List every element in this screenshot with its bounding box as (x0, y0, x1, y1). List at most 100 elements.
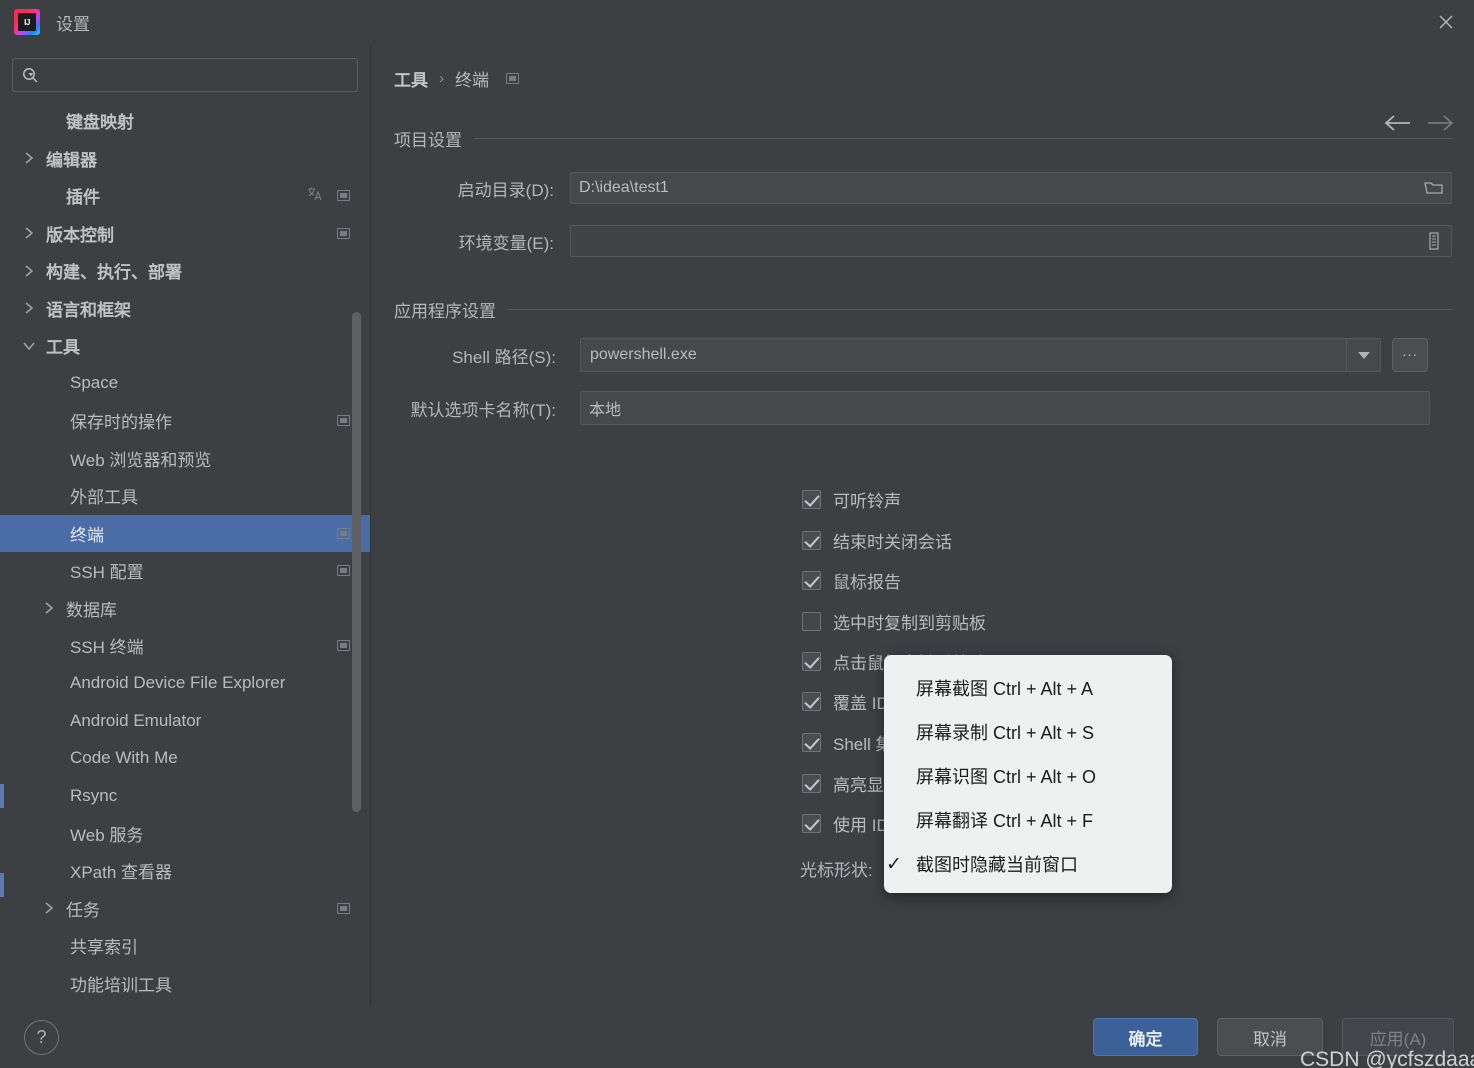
chevron-right-icon[interactable] (20, 226, 38, 240)
checkbox-row-0[interactable]: 可听铃声 (802, 487, 901, 512)
project-scope-icon (337, 227, 350, 239)
env-vars-field[interactable] (570, 225, 1452, 257)
sidebar-item-label: Android Device File Explorer (70, 673, 286, 693)
tab-name-row: 默认选项卡名称(T): 本地 (394, 391, 1452, 425)
sidebar-item-2[interactable]: 插件 (0, 177, 370, 215)
checkbox-7[interactable] (802, 774, 821, 793)
sidebar-item-5[interactable]: 语言和框架 (0, 290, 370, 328)
sidebar-item-6[interactable]: 工具 (0, 327, 370, 365)
menu-item-label-1: 屏幕录制 Ctrl + Alt + S (916, 723, 1095, 743)
breadcrumb-root[interactable]: 工具 (394, 66, 428, 91)
checkbox-label-3: 选中时复制到剪贴板 (833, 614, 986, 633)
sidebar-scrollbar[interactable] (352, 44, 361, 1006)
tab-name-field[interactable]: 本地 (580, 391, 1430, 425)
checkbox-row-2[interactable]: 鼠标报告 (802, 568, 901, 593)
chevron-down-icon[interactable] (1346, 339, 1380, 371)
close-icon[interactable] (1418, 0, 1474, 44)
sidebar-item-9[interactable]: Web 浏览器和预览 (0, 440, 370, 478)
intellij-logo-icon: IJ (14, 9, 40, 35)
group-project-settings-title: 项目设置 (394, 131, 462, 150)
project-scope-icon (337, 527, 350, 539)
checkbox-label-0: 可听铃声 (833, 492, 901, 511)
checkbox-row-1[interactable]: 结束时关闭会话 (802, 528, 952, 553)
intellij-logo-text: IJ (18, 13, 36, 31)
sidebar-item-label: 键盘映射 (66, 113, 134, 133)
checkbox-0[interactable] (802, 490, 821, 509)
sidebar-item-1[interactable]: 编辑器 (0, 140, 370, 178)
sidebar-item-13[interactable]: 数据库 (0, 590, 370, 628)
start-dir-field[interactable]: D:\idea\test1 (570, 172, 1452, 204)
sidebar-item-label: SSH 配置 (70, 563, 144, 583)
checkbox-1[interactable] (802, 531, 821, 550)
menu-item-label-0: 屏幕截图 Ctrl + Alt + A (916, 679, 1094, 699)
sidebar-item-label: 构建、执行、部署 (46, 263, 182, 283)
settings-tree[interactable]: 键盘映射 编辑器 插件 版本控制 构建、执行、部署 语言和框架 工具 Space 保存时的操作 W… (0, 102, 370, 1002)
chevron-right-icon[interactable] (20, 301, 38, 315)
help-button[interactable]: ? (24, 1020, 59, 1055)
sidebar-item-badges (337, 565, 350, 577)
sidebar-item-0[interactable]: 键盘映射 (0, 102, 370, 140)
sidebar-item-19[interactable]: Web 服务 (0, 815, 370, 853)
project-scope-icon (506, 73, 519, 84)
dialog-footer: ? 确定 取消 应用(A) (0, 1006, 1474, 1068)
menu-item-3[interactable]: 屏幕翻译 Ctrl + Alt + F (884, 798, 1172, 842)
checkbox-8[interactable] (802, 814, 821, 833)
sidebar-item-4[interactable]: 构建、执行、部署 (0, 252, 370, 290)
list-icon[interactable] (1421, 232, 1447, 250)
search-input[interactable] (46, 67, 349, 83)
sidebar-item-label: 插件 (66, 188, 100, 208)
checkbox-2[interactable] (802, 571, 821, 590)
sidebar-item-badges (337, 415, 350, 427)
window-title: 设置 (56, 14, 90, 34)
sidebar-item-16[interactable]: Android Emulator (0, 702, 370, 740)
sidebar-item-8[interactable]: 保存时的操作 (0, 402, 370, 440)
shell-path-browse-button[interactable]: ... (1392, 338, 1428, 372)
shell-path-combobox[interactable]: powershell.exe (580, 338, 1381, 372)
menu-item-2[interactable]: 屏幕识图 Ctrl + Alt + O (884, 754, 1172, 798)
sidebar-item-15[interactable]: Android Device File Explorer (0, 665, 370, 703)
sidebar-item-20[interactable]: XPath 查看器 (0, 852, 370, 890)
sidebar-item-label: 编辑器 (46, 150, 97, 170)
sidebar-item-label: 外部工具 (70, 488, 138, 508)
sidebar-item-17[interactable]: Code With Me (0, 740, 370, 778)
checkbox-4[interactable] (802, 652, 821, 671)
chevron-down-icon[interactable] (20, 340, 38, 352)
sidebar-item-10[interactable]: 外部工具 (0, 477, 370, 515)
window-titlebar: IJ 设置 (0, 0, 1474, 44)
sidebar-item-3[interactable]: 版本控制 (0, 215, 370, 253)
sidebar-item-14[interactable]: SSH 终端 (0, 627, 370, 665)
sidebar-item-18[interactable]: Rsync (0, 777, 370, 815)
sidebar-item-12[interactable]: SSH 配置 (0, 552, 370, 590)
cursor-shape-label: 光标形状: (800, 860, 873, 880)
checkbox-6[interactable] (802, 733, 821, 752)
sidebar-item-23[interactable]: 功能培训工具 (0, 965, 370, 1003)
sidebar-scrollbar-thumb[interactable] (352, 312, 361, 812)
screenshot-context-menu[interactable]: 屏幕截图 Ctrl + Alt + A 屏幕录制 Ctrl + Alt + S 屏幕… (884, 655, 1172, 893)
settings-sidebar[interactable]: 键盘映射 编辑器 插件 版本控制 构建、执行、部署 语言和框架 工具 Space 保存时的操作 W… (0, 44, 371, 1006)
project-scope-icon (337, 190, 350, 202)
menu-item-label-4: 截图时隐藏当前窗口 (916, 855, 1078, 875)
breadcrumb-separator: › (439, 70, 444, 87)
sidebar-item-label: SSH 终端 (70, 638, 144, 658)
checkbox-5[interactable] (802, 692, 821, 711)
chevron-right-icon[interactable] (20, 151, 38, 165)
sidebar-item-badges (337, 227, 350, 239)
sidebar-item-22[interactable]: 共享索引 (0, 927, 370, 965)
shell-path-row: Shell 路径(S): powershell.exe ... (394, 338, 1452, 372)
chevron-right-icon[interactable] (20, 264, 38, 278)
checkbox-row-3[interactable]: 选中时复制到剪贴板 (802, 609, 986, 634)
ok-button[interactable]: 确定 (1093, 1018, 1198, 1056)
checkbox-3[interactable] (802, 612, 821, 631)
shell-path-label: Shell 路径(S): (452, 347, 556, 367)
search-box[interactable] (12, 58, 358, 92)
menu-item-0[interactable]: 屏幕截图 Ctrl + Alt + A (884, 666, 1172, 710)
edge-marker (0, 784, 4, 808)
chevron-right-icon[interactable] (40, 601, 58, 615)
folder-icon[interactable] (1421, 180, 1447, 196)
sidebar-item-11[interactable]: 终端 (0, 514, 370, 552)
sidebar-item-7[interactable]: Space (0, 365, 370, 403)
menu-item-1[interactable]: 屏幕录制 Ctrl + Alt + S (884, 710, 1172, 754)
menu-item-4[interactable]: ✓ 截图时隐藏当前窗口 (884, 842, 1172, 886)
sidebar-item-21[interactable]: 任务 (0, 890, 370, 928)
chevron-right-icon[interactable] (40, 901, 58, 915)
